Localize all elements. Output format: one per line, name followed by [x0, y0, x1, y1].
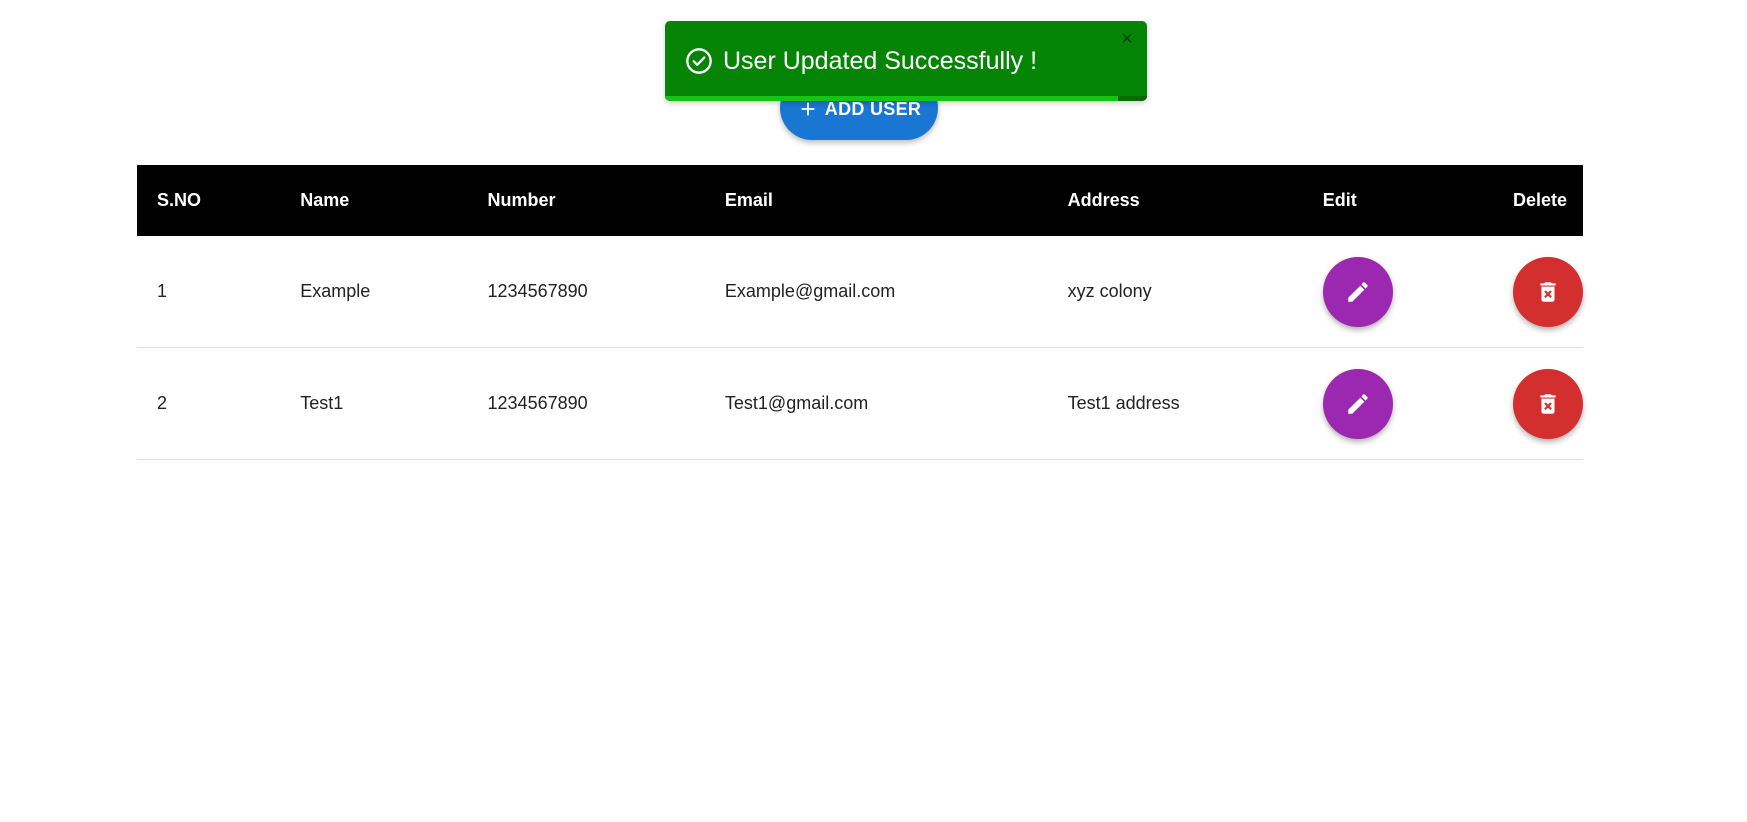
cell-sno: 1 — [137, 236, 281, 348]
cell-name: Example — [280, 236, 468, 348]
users-table: S.NO Name Number Email Address Edit Dele… — [137, 165, 1583, 460]
toast-progress-bar — [665, 96, 1119, 101]
add-user-label: ADD USER — [824, 98, 922, 119]
table-body: 1 Example 1234567890 Example@gmail.com x… — [137, 236, 1583, 460]
cell-number: 1234567890 — [467, 236, 705, 348]
table-header: S.NO Name Number Email Address Edit Dele… — [137, 165, 1583, 236]
toast-progress-track — [665, 96, 1147, 101]
header-name: Name — [300, 190, 350, 210]
toast-content: User Updated Successfully ! — [685, 21, 1037, 101]
delete-button[interactable] — [1513, 256, 1583, 327]
trash-icon — [1535, 279, 1561, 305]
cell-edit — [1302, 236, 1493, 348]
page: ADD USER User Updated Successfully ! × S… — [0, 0, 1747, 822]
cell-email: Example@gmail.com — [704, 236, 1048, 348]
pencil-icon — [1345, 391, 1371, 417]
header-edit: Edit — [1322, 190, 1357, 210]
table-row: 2 Test1 1234567890 Test1@gmail.com Test1… — [137, 347, 1583, 460]
edit-button[interactable] — [1322, 368, 1393, 439]
pencil-icon — [1345, 279, 1371, 305]
cell-edit — [1302, 347, 1493, 460]
cell-address: Test1 address — [1047, 347, 1303, 460]
trash-icon — [1535, 391, 1561, 417]
edit-button[interactable] — [1322, 256, 1393, 327]
header-number: Number — [487, 190, 556, 210]
delete-button[interactable] — [1513, 368, 1583, 439]
cell-number: 1234567890 — [467, 347, 705, 460]
header-delete: Delete — [1513, 190, 1568, 210]
cell-email: Test1@gmail.com — [704, 347, 1048, 460]
success-toast: User Updated Successfully ! × — [665, 21, 1147, 101]
table-row: 1 Example 1234567890 Example@gmail.com x… — [137, 236, 1583, 348]
check-circle-icon — [685, 47, 713, 75]
header-email: Email — [724, 190, 773, 210]
cell-delete — [1493, 236, 1583, 348]
plus-icon — [797, 98, 819, 120]
close-icon[interactable]: × — [1117, 28, 1137, 50]
table-header-row: S.NO Name Number Email Address Edit Dele… — [137, 165, 1583, 236]
header-sno: S.NO — [157, 190, 202, 210]
cell-delete — [1493, 347, 1583, 460]
cell-address: xyz colony — [1047, 236, 1303, 348]
header-address: Address — [1067, 190, 1140, 210]
cell-name: Test1 — [280, 347, 468, 460]
toast-message: User Updated Successfully ! — [723, 46, 1038, 75]
cell-sno: 2 — [137, 347, 281, 460]
